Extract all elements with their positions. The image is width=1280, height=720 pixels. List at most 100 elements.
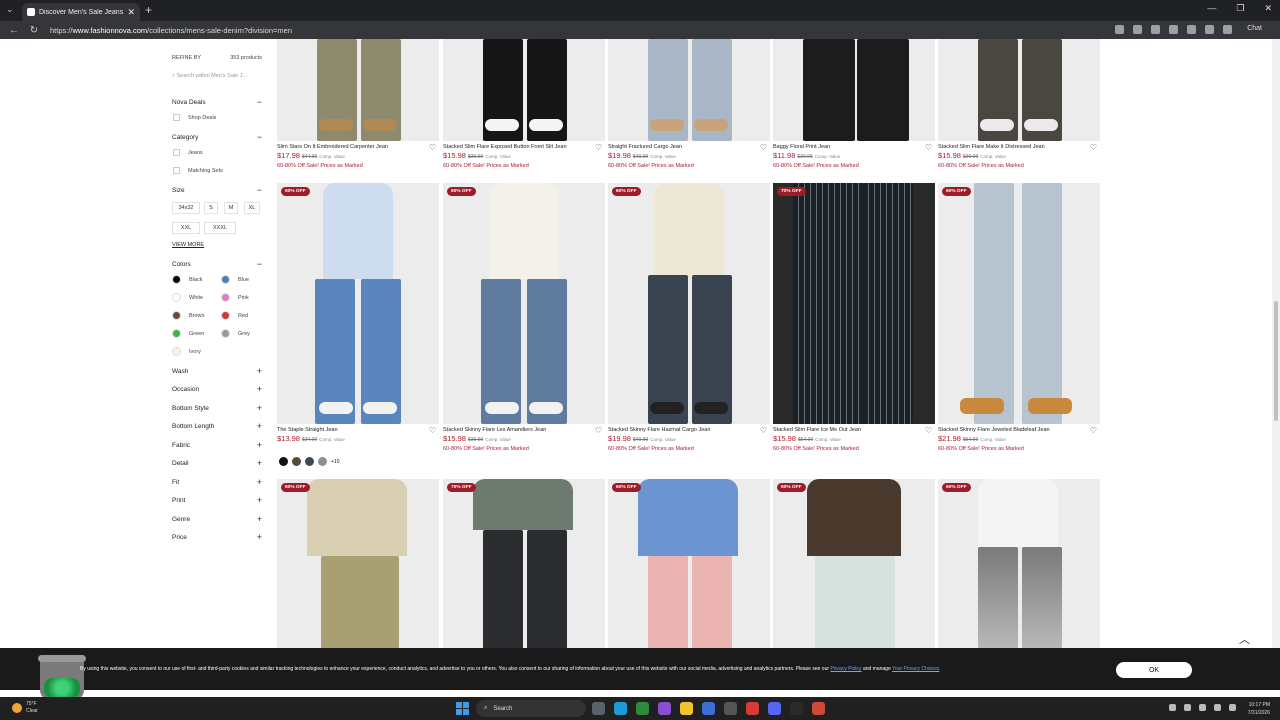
- color-swatch[interactable]: [279, 457, 288, 466]
- product-image[interactable]: [938, 39, 1100, 141]
- color-swatch[interactable]: [318, 457, 327, 466]
- size-option[interactable]: 34x32: [172, 202, 200, 214]
- size-section[interactable]: Size −: [172, 185, 262, 195]
- filter-section-print[interactable]: Print +: [172, 495, 262, 505]
- filter-checkbox-shop-deals[interactable]: Shop Deals: [173, 114, 216, 121]
- view-more-link[interactable]: VIEW MORE: [172, 242, 204, 248]
- wishlist-heart-icon[interactable]: ♡: [429, 426, 436, 435]
- volume-icon[interactable]: [1229, 704, 1236, 711]
- task-view-icon[interactable]: [592, 702, 605, 715]
- nova-deals-section[interactable]: Nova Deals −: [172, 97, 262, 107]
- tab-actions-icon[interactable]: ⌄: [6, 4, 14, 15]
- taskbar-clock[interactable]: 10:17 PM 7/31/2026: [1248, 701, 1270, 717]
- expand-icon[interactable]: +: [257, 366, 262, 376]
- product-name[interactable]: Stacked Skinny Flare Les Amandiers Jean: [443, 427, 591, 433]
- color-option-blue[interactable]: Blue: [221, 275, 249, 284]
- filter-checkbox-matching-sets[interactable]: Matching Sets: [173, 167, 223, 174]
- url-field[interactable]: https://www.fashionnova.com/collections/…: [50, 26, 292, 35]
- weather-widget[interactable]: 75°F Clear: [12, 701, 38, 715]
- product-name[interactable]: Stacked Skinny Flare Jeweled Bladeleaf J…: [938, 427, 1086, 433]
- color-swatch[interactable]: [305, 457, 314, 466]
- product-name[interactable]: Straight Fractured Cargo Jean: [608, 144, 756, 150]
- file-explorer-icon[interactable]: [680, 702, 693, 715]
- expand-icon[interactable]: +: [257, 403, 262, 413]
- onedrive-icon[interactable]: [1184, 704, 1191, 711]
- reader-icon[interactable]: [1133, 25, 1142, 34]
- chat-button[interactable]: Chat: [1247, 25, 1262, 32]
- product-image[interactable]: 60% OFF: [608, 479, 770, 648]
- collapse-icon[interactable]: −: [257, 185, 262, 195]
- cookie-ok-button[interactable]: OK: [1116, 662, 1192, 678]
- product-name[interactable]: Stacked Slim Flare Make It Distressed Je…: [938, 144, 1086, 150]
- color-option-red[interactable]: Red: [221, 311, 248, 320]
- privacy-choices-link[interactable]: Your Privacy Choices: [892, 666, 939, 672]
- collapse-icon[interactable]: −: [257, 132, 262, 142]
- filter-section-bottom-style[interactable]: Bottom Style +: [172, 403, 262, 413]
- collapse-icon[interactable]: −: [257, 97, 262, 107]
- collections-icon[interactable]: [1187, 25, 1196, 34]
- extension-icon[interactable]: [1115, 25, 1124, 34]
- filter-section-wash[interactable]: Wash +: [172, 366, 262, 376]
- filter-section-fabric[interactable]: Fabric +: [172, 440, 262, 450]
- product-name[interactable]: Stacked Slim Flare Ice Me Out Jean: [773, 427, 921, 433]
- product-name[interactable]: Slim Stars On It Embroidered Carpenter J…: [277, 144, 425, 150]
- maximize-icon[interactable]: ❐: [1236, 3, 1244, 14]
- media-app-icon[interactable]: [746, 702, 759, 715]
- size-option[interactable]: M: [224, 202, 238, 214]
- product-image[interactable]: 60% OFF: [277, 479, 439, 648]
- start-menu-icon[interactable]: [456, 702, 469, 715]
- product-image[interactable]: 60% OFF: [938, 183, 1100, 424]
- expand-icon[interactable]: +: [257, 421, 262, 431]
- expand-icon[interactable]: +: [257, 514, 262, 524]
- tray-overflow-icon[interactable]: [1169, 704, 1176, 711]
- close-tab-icon[interactable]: ✕: [127, 7, 135, 18]
- color-option-white[interactable]: White: [172, 293, 203, 302]
- checkbox[interactable]: [173, 149, 180, 156]
- checkbox[interactable]: [173, 114, 180, 121]
- product-name[interactable]: Baggy Floral Print Jean: [773, 144, 921, 150]
- terminal-icon[interactable]: [790, 702, 803, 715]
- product-image[interactable]: 60% OFF: [938, 479, 1100, 648]
- product-image[interactable]: 70% OFF: [773, 183, 935, 424]
- minimize-icon[interactable]: —: [1207, 3, 1216, 14]
- profile-icon[interactable]: [1205, 25, 1214, 34]
- product-image[interactable]: [443, 39, 605, 141]
- split-screen-icon[interactable]: [1169, 25, 1178, 34]
- product-image[interactable]: 60% OFF: [443, 183, 605, 424]
- wishlist-heart-icon[interactable]: ♡: [925, 143, 932, 152]
- filter-section-fit[interactable]: Fit +: [172, 477, 262, 487]
- expand-icon[interactable]: +: [257, 440, 262, 450]
- color-swatch[interactable]: [292, 457, 301, 466]
- reload-icon[interactable]: ↻: [28, 25, 40, 36]
- color-option-grey[interactable]: Grey: [221, 329, 250, 338]
- store-icon[interactable]: [702, 702, 715, 715]
- product-name[interactable]: Stacked Slim Flare Exposed Button Front …: [443, 144, 591, 150]
- more-colors-count[interactable]: +10: [331, 459, 339, 465]
- scrollbar-thumb[interactable]: [1274, 301, 1278, 421]
- back-icon[interactable]: ←: [8, 25, 20, 36]
- category-section[interactable]: Category −: [172, 132, 262, 142]
- expand-icon[interactable]: +: [257, 495, 262, 505]
- page-scrollbar[interactable]: [1272, 39, 1280, 648]
- recycle-bin-icon[interactable]: [38, 655, 86, 700]
- wishlist-heart-icon[interactable]: ♡: [595, 143, 602, 152]
- product-name[interactable]: The Staple Straight Jean: [277, 427, 425, 433]
- app-icon[interactable]: [724, 702, 737, 715]
- expand-icon[interactable]: +: [257, 532, 262, 542]
- expand-icon[interactable]: +: [257, 477, 262, 487]
- filter-section-detail[interactable]: Detail +: [172, 458, 262, 468]
- taskbar-search[interactable]: ⌕ Search: [476, 700, 586, 717]
- more-icon[interactable]: [1223, 25, 1232, 34]
- size-option[interactable]: XL: [244, 202, 260, 214]
- size-option[interactable]: S: [204, 202, 218, 214]
- color-option-ivory[interactable]: Ivory: [172, 347, 201, 356]
- privacy-policy-link[interactable]: Privacy Policy: [830, 666, 861, 672]
- colors-section[interactable]: Colors −: [172, 259, 262, 269]
- edge-icon[interactable]: [614, 702, 627, 715]
- filter-section-bottom-length[interactable]: Bottom Length +: [172, 421, 262, 431]
- product-image[interactable]: [608, 39, 770, 141]
- wishlist-heart-icon[interactable]: ♡: [429, 143, 436, 152]
- wishlist-heart-icon[interactable]: ♡: [760, 426, 767, 435]
- product-image[interactable]: 60% OFF: [277, 183, 439, 424]
- expand-icon[interactable]: +: [257, 384, 262, 394]
